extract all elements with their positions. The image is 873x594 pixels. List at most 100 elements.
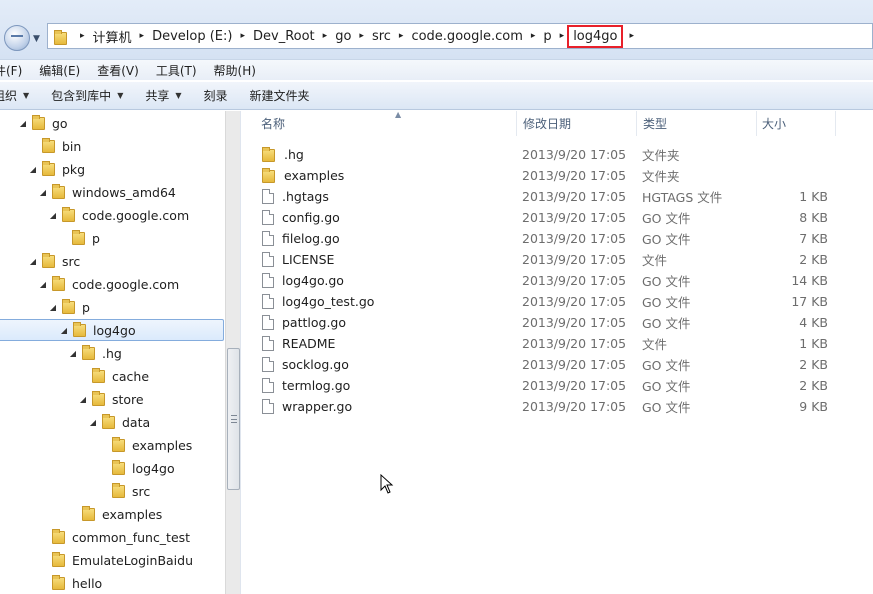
tree-item[interactable]: ◢ go	[0, 112, 68, 134]
crumb-drive[interactable]: Develop (E:)	[150, 29, 234, 44]
recent-pages-dropdown-icon[interactable]: ▼	[33, 34, 43, 44]
file-row[interactable]: termlog.go 2013/9/20 17:05 GO 文件 2 KB	[262, 375, 862, 396]
folder-icon	[102, 414, 116, 430]
expand-arrow-icon[interactable]: ◢	[28, 257, 38, 266]
file-row[interactable]: config.go 2013/9/20 17:05 GO 文件 8 KB	[262, 207, 862, 228]
file-icon	[262, 231, 274, 246]
chevron-right-icon[interactable]: ▸	[623, 31, 640, 41]
chevron-right-icon[interactable]: ▸	[134, 31, 151, 41]
navigation-pane: ◢ go bin ◢ pkg ◢ windows_amd64 ◢ code.google.com…	[0, 111, 241, 594]
folder-icon	[72, 230, 86, 246]
file-type: GO 文件	[642, 232, 691, 247]
tree-item[interactable]: examples	[0, 503, 162, 525]
tree-item-label: p	[82, 299, 90, 315]
chevron-right-icon[interactable]: ▸	[525, 31, 542, 41]
file-row[interactable]: README 2013/9/20 17:05 文件 1 KB	[262, 333, 862, 354]
menu-edit[interactable]: 编辑(E)	[39, 62, 87, 79]
tree-item-label: log4go	[93, 322, 136, 338]
tree-item[interactable]: ◢ p	[0, 296, 90, 318]
file-date: 2013/9/20 17:05	[522, 378, 627, 393]
tree-item[interactable]: ◢ windows_amd64	[0, 181, 176, 203]
file-row[interactable]: wrapper.go 2013/9/20 17:05 GO 文件 9 KB	[262, 396, 862, 417]
file-row[interactable]: LICENSE 2013/9/20 17:05 文件 2 KB	[262, 249, 862, 270]
expand-arrow-icon[interactable]: ◢	[48, 303, 58, 312]
scrollbar-thumb[interactable]	[227, 348, 240, 490]
expand-arrow-icon[interactable]: ◢	[38, 280, 48, 289]
column-header-date[interactable]: 修改日期	[517, 111, 637, 136]
tree-item[interactable]: ◢ src	[0, 250, 80, 272]
folder-icon	[82, 345, 96, 361]
include-in-library-button[interactable]: 包含到库中 ▼	[51, 87, 123, 104]
tree-item[interactable]: ◢ code.google.com	[0, 204, 189, 226]
chevron-right-icon[interactable]: ▸	[317, 31, 334, 41]
tree-item[interactable]: common_func_test	[0, 526, 190, 548]
column-header-name[interactable]: 名称 ▲	[255, 110, 517, 136]
chevron-right-icon[interactable]: ▸	[234, 31, 251, 41]
tree-item[interactable]: bin	[0, 135, 81, 157]
chevron-right-icon[interactable]: ▸	[74, 31, 91, 41]
menu-help[interactable]: 帮助(H)	[214, 62, 263, 79]
tree-item[interactable]: ◢ .hg	[0, 342, 122, 364]
back-button[interactable]	[4, 25, 30, 51]
tree-item[interactable]: ◢ data	[0, 411, 150, 433]
file-row[interactable]: socklog.go 2013/9/20 17:05 GO 文件 2 KB	[262, 354, 862, 375]
organize-button[interactable]: 组织 ▼	[0, 87, 29, 104]
file-row[interactable]: examples 2013/9/20 17:05 文件夹	[262, 165, 862, 186]
tree-item[interactable]: src	[0, 480, 150, 502]
file-date: 2013/9/20 17:05	[522, 168, 627, 183]
expand-arrow-icon[interactable]: ◢	[38, 188, 48, 197]
file-size: 1 KB	[799, 189, 828, 204]
tree-item[interactable]: p	[0, 227, 100, 249]
crumb-code-google[interactable]: code.google.com	[409, 29, 524, 44]
file-row[interactable]: pattlog.go 2013/9/20 17:05 GO 文件 4 KB	[262, 312, 862, 333]
breadcrumb[interactable]: ▸ 计算机 ▸ Develop (E:) ▸ Dev_Root ▸ go ▸ s…	[47, 23, 873, 49]
file-name: LICENSE	[282, 252, 335, 267]
tree-item[interactable]: cache	[0, 365, 149, 387]
chevron-right-icon[interactable]: ▸	[353, 31, 370, 41]
crumb-go[interactable]: go	[333, 29, 353, 44]
folder-icon	[52, 552, 66, 568]
crumb-dev-root[interactable]: Dev_Root	[251, 29, 317, 44]
crumb-src[interactable]: src	[370, 29, 393, 44]
tree-item[interactable]: hello	[0, 572, 102, 594]
vertical-scrollbar[interactable]	[225, 111, 240, 594]
file-row[interactable]: log4go.go 2013/9/20 17:05 GO 文件 14 KB	[262, 270, 862, 291]
expand-arrow-icon[interactable]: ◢	[59, 326, 69, 335]
column-header-size[interactable]: 大小	[756, 111, 836, 136]
tree-item-label: log4go	[132, 460, 175, 476]
burn-button[interactable]: 刻录	[204, 87, 228, 104]
file-size: 2 KB	[799, 378, 828, 393]
expand-arrow-icon[interactable]: ◢	[28, 165, 38, 174]
address-bar-region: ▼ ▸ 计算机 ▸ Develop (E:) ▸ Dev_Root ▸ go ▸…	[0, 0, 873, 60]
file-row[interactable]: filelog.go 2013/9/20 17:05 GO 文件 7 KB	[262, 228, 862, 249]
file-name: examples	[284, 168, 345, 183]
expand-arrow-icon[interactable]: ◢	[68, 349, 78, 358]
expand-arrow-icon[interactable]: ◢	[48, 211, 58, 220]
file-row[interactable]: log4go_test.go 2013/9/20 17:05 GO 文件 17 KB	[262, 291, 862, 312]
menu-file[interactable]: 件(F)	[0, 62, 29, 79]
crumb-computer[interactable]: 计算机	[91, 27, 134, 46]
chevron-right-icon[interactable]: ▸	[393, 31, 410, 41]
crumb-p[interactable]: p	[541, 29, 553, 44]
expand-arrow-icon[interactable]: ◢	[88, 418, 98, 427]
share-button[interactable]: 共享 ▼	[145, 87, 181, 104]
menu-view[interactable]: 查看(V)	[97, 62, 146, 79]
tree-item[interactable]: ◢ store	[0, 388, 144, 410]
tree-item[interactable]: log4go	[0, 457, 175, 479]
expand-arrow-icon[interactable]: ◢	[18, 119, 28, 128]
tree-item[interactable]: EmulateLoginBaidu	[0, 549, 193, 571]
new-folder-button[interactable]: 新建文件夹	[250, 87, 310, 104]
column-name-label: 名称	[261, 117, 286, 131]
tree-item[interactable]: ◢ log4go	[0, 319, 224, 341]
expand-arrow-icon[interactable]: ◢	[78, 395, 88, 404]
file-row[interactable]: .hgtags 2013/9/20 17:05 HGTAGS 文件 1 KB	[262, 186, 862, 207]
crumb-current-log4go[interactable]: log4go	[567, 24, 624, 48]
file-row[interactable]: .hg 2013/9/20 17:05 文件夹	[262, 144, 862, 165]
column-header-type[interactable]: 类型	[637, 111, 757, 136]
file-date: 2013/9/20 17:05	[522, 336, 627, 351]
tree-item-label: EmulateLoginBaidu	[72, 552, 194, 568]
tree-item[interactable]: ◢ pkg	[0, 158, 85, 180]
tree-item[interactable]: examples	[0, 434, 192, 456]
menu-tools[interactable]: 工具(T)	[156, 62, 204, 79]
tree-item[interactable]: ◢ code.google.com	[0, 273, 179, 295]
